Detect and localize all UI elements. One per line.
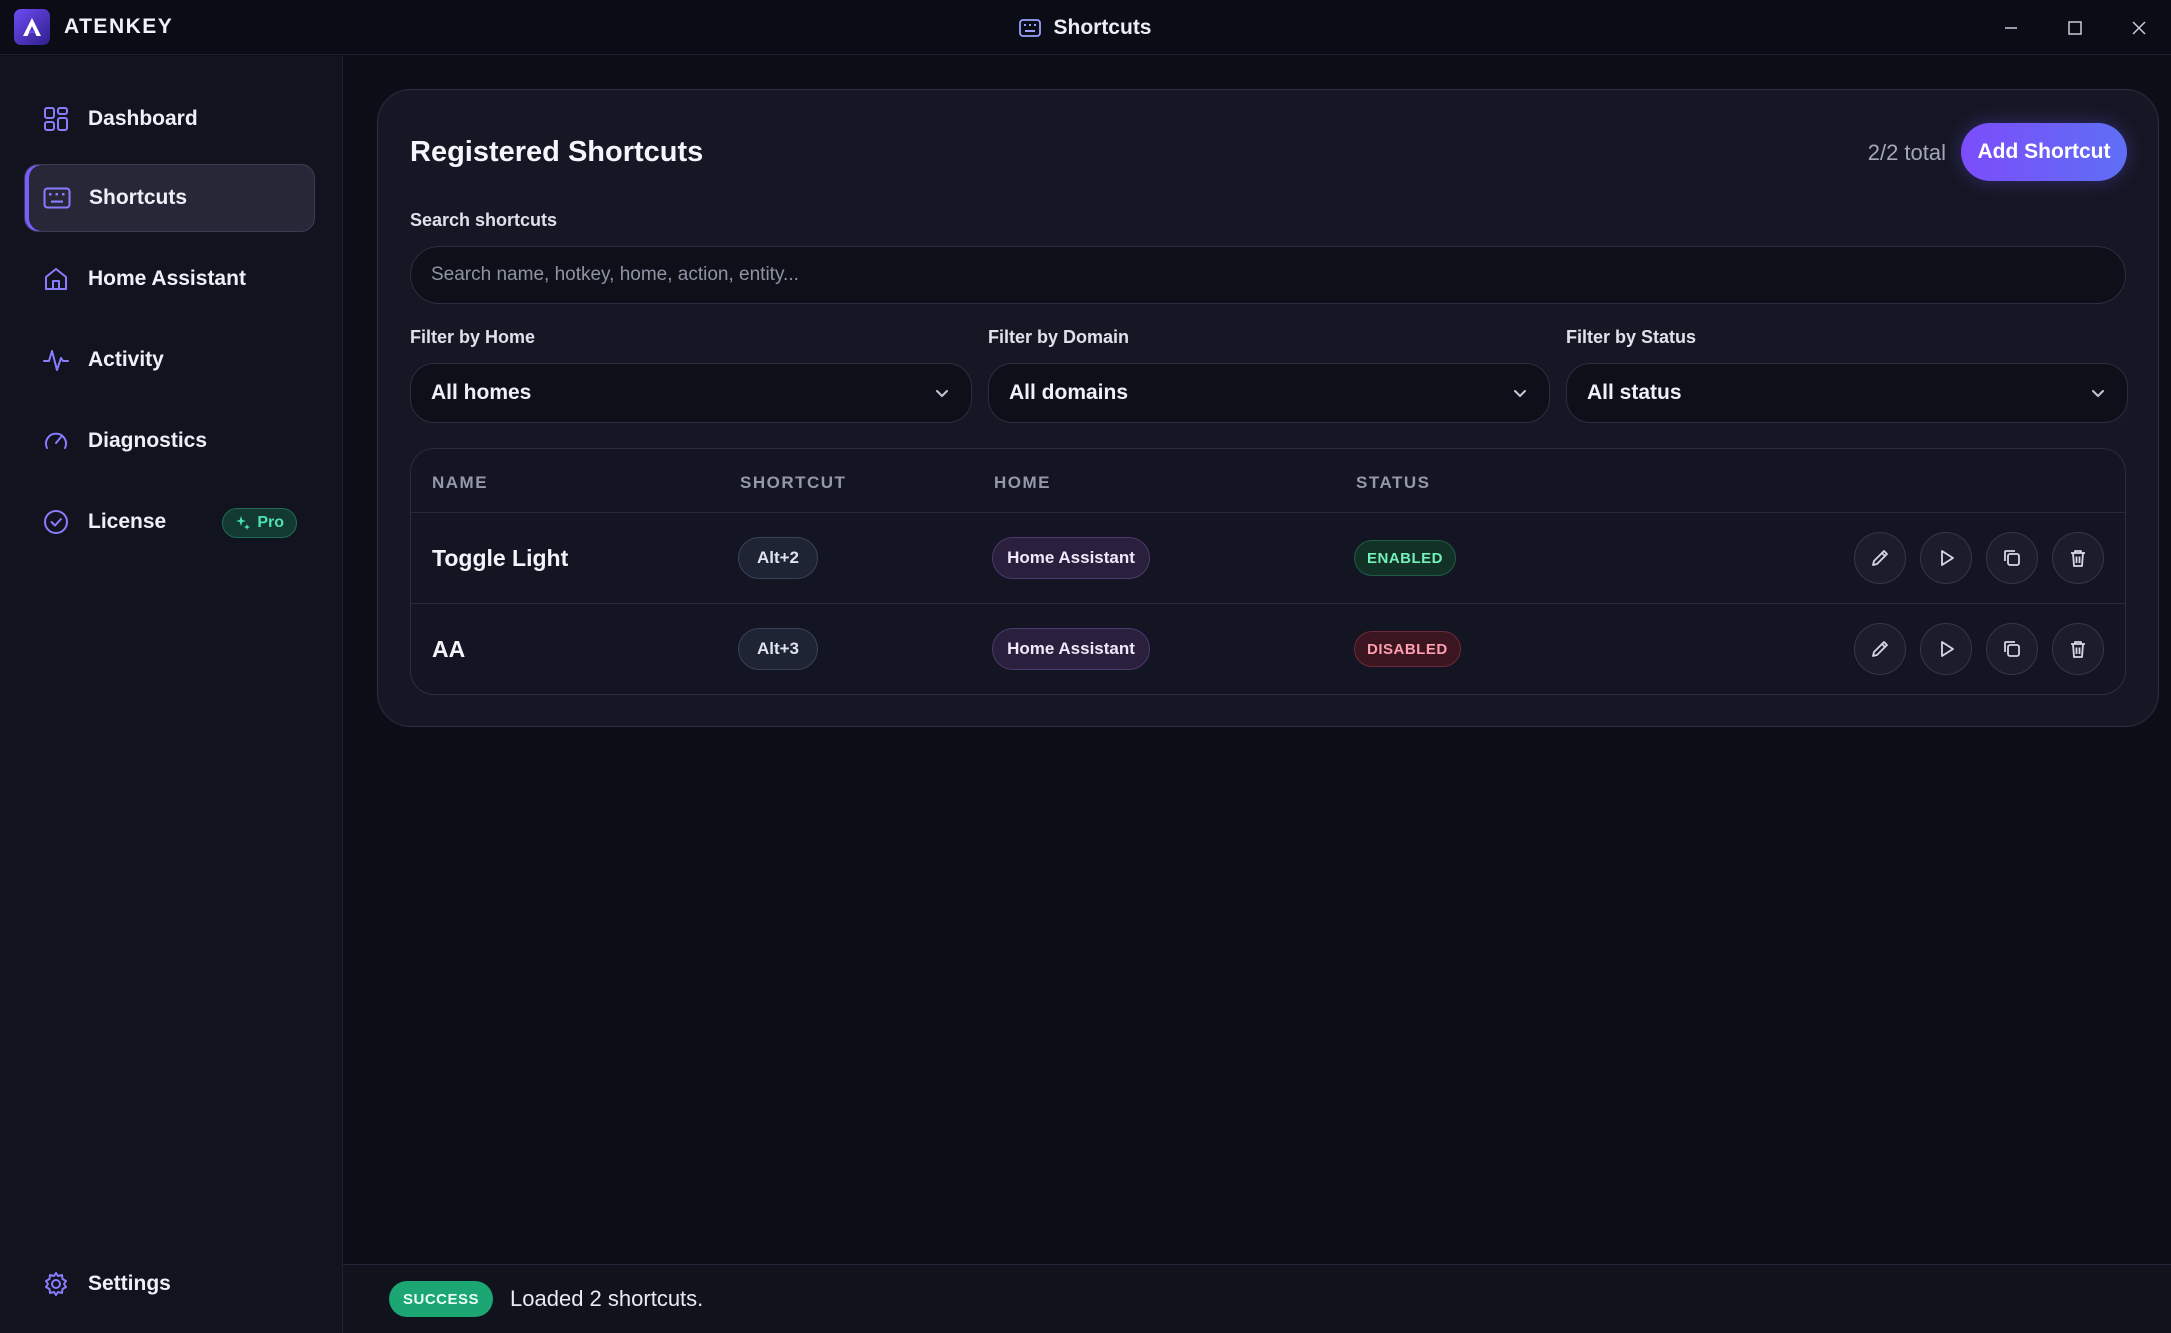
sidebar-item-label: Home Assistant [88,267,246,290]
chevron-down-icon [936,390,948,398]
filter-domain-select[interactable]: All domains [988,363,1550,423]
keyboard-icon [25,187,89,209]
sidebar-item-diagnostics[interactable]: Diagnostics [24,407,315,475]
filter-status-label: Filter by Status [1566,327,1697,347]
filter-domain-label: Filter by Domain [988,327,1130,347]
edit-button[interactable] [1854,532,1906,584]
search-input[interactable] [410,246,2126,304]
delete-button[interactable] [2052,623,2104,675]
table-row: Toggle Light Alt+2 Home Assistant ENABLE… [411,513,2125,604]
status-badge: DISABLED [1354,631,1461,667]
minimize-button[interactable] [1979,0,2043,55]
grid-icon [24,106,88,132]
sidebar-item-license[interactable]: License Pro [24,488,315,556]
pro-badge-label: Pro [257,514,284,531]
pencil-icon [1872,641,1888,657]
column-header-shortcut: SHORTCUT [740,473,847,492]
activity-icon [24,347,88,373]
sidebar-item-label: Shortcuts [89,186,188,209]
column-header-status: STATUS [1356,473,1431,492]
home-chip: Home Assistant [992,628,1150,670]
check-badge-icon [24,509,88,535]
duplicate-button[interactable] [1986,532,2038,584]
window-title-text: Shortcuts [1053,15,1152,39]
filter-home-value: All homes [431,381,532,404]
play-icon [1941,641,1954,657]
chevron-down-icon [2092,390,2104,398]
shortcuts-table: NAME SHORTCUT HOME STATUS Toggle Light A… [410,448,2126,695]
maximize-icon [2068,20,2082,35]
filter-domain-value: All domains [1009,381,1129,404]
sidebar: Dashboard Shortcuts Home Assistant Activ… [0,56,343,1333]
success-badge: SUCCESS [389,1281,494,1317]
trash-icon [2071,641,2085,658]
column-header-name: NAME [432,473,489,492]
edit-button[interactable] [1854,623,1906,675]
filter-home-label: Filter by Home [410,327,536,347]
status-bar: SUCCESS Loaded 2 shortcuts. [343,1264,2171,1333]
delete-button[interactable] [2052,532,2104,584]
column-header-home: HOME [994,473,1051,492]
home-icon [24,266,88,292]
window-title: Shortcuts [0,0,2171,55]
sidebar-item-label: Activity [88,348,164,371]
sidebar-item-label: Diagnostics [88,429,208,452]
title-bar: ATENKEY Shortcuts [0,0,2171,55]
gear-icon [24,1271,88,1297]
sidebar-item-label: Settings [88,1272,171,1295]
search-label: Search shortcuts [410,210,558,230]
shortcut-name: Toggle Light [432,545,569,571]
sidebar-item-home-assistant[interactable]: Home Assistant [24,245,315,313]
copy-icon [2004,550,2020,566]
shortcuts-panel: Registered Shortcuts 2/2 total Add Short… [377,89,2159,727]
sparkle-icon [236,516,251,530]
filter-status-value: All status [1587,381,1682,404]
hotkey-chip: Alt+3 [738,628,818,670]
brand-logo-icon [14,9,50,45]
add-shortcut-button[interactable]: Add Shortcut [1961,123,2127,181]
duplicate-button[interactable] [1986,623,2038,675]
brand: ATENKEY [14,9,173,45]
table-header: NAME SHORTCUT HOME STATUS [411,449,2125,513]
chevron-down-icon [1514,390,1526,398]
hotkey-chip: Alt+2 [738,537,818,579]
window-controls [1979,0,2171,55]
close-button[interactable] [2107,0,2171,55]
table-row: AA Alt+3 Home Assistant DISABLED [411,604,2125,694]
keyboard-icon [1019,18,1042,37]
total-count: 2/2 total [1867,140,1946,165]
sidebar-item-dashboard[interactable]: Dashboard [24,85,315,153]
gauge-icon [24,428,88,454]
run-button[interactable] [1920,623,1972,675]
sidebar-item-label: License [88,510,167,533]
pro-badge: Pro [222,508,297,538]
home-chip: Home Assistant [992,537,1150,579]
sidebar-item-settings[interactable]: Settings [24,1250,315,1318]
play-icon [1941,550,1954,566]
sidebar-item-label: Dashboard [88,107,198,130]
sidebar-item-activity[interactable]: Activity [24,326,315,394]
status-badge: ENABLED [1354,540,1457,576]
copy-icon [2004,641,2020,657]
minimize-icon [2005,26,2017,29]
maximize-button[interactable] [2043,0,2107,55]
page-title: Registered Shortcuts [410,136,704,168]
trash-icon [2071,550,2085,567]
shortcut-name: AA [432,636,466,662]
filter-home-select[interactable]: All homes [410,363,972,423]
brand-name: ATENKEY [64,15,174,38]
filter-status-select[interactable]: All status [1566,363,2128,423]
pencil-icon [1872,550,1888,566]
close-icon [2132,20,2146,35]
sidebar-item-shortcuts[interactable]: Shortcuts [24,164,315,232]
status-message: Loaded 2 shortcuts. [510,1286,704,1311]
run-button[interactable] [1920,532,1972,584]
